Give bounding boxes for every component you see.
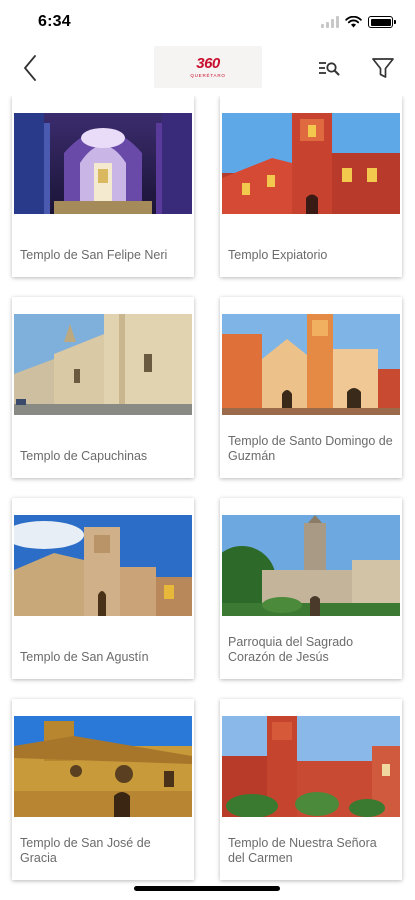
san-jose-gracia-image xyxy=(14,716,192,817)
status-bar: 6:34 xyxy=(0,0,415,44)
places-grid: Templo de San Felipe Neri Templo Expiato… xyxy=(0,96,415,890)
list-search-icon xyxy=(319,62,340,76)
place-title: Templo de Santo Domingo de Guzmán xyxy=(228,434,393,463)
place-title: Templo de San Agustín xyxy=(20,650,149,664)
place-photo xyxy=(14,716,192,817)
place-photo xyxy=(222,314,400,415)
place-card[interactable]: Templo de San José de Gracia xyxy=(12,699,194,880)
place-photo xyxy=(222,515,400,616)
search-list-button[interactable] xyxy=(314,54,344,82)
wifi-icon xyxy=(345,16,362,28)
header: 360 QUERÉTARO xyxy=(0,44,415,92)
place-photo xyxy=(14,314,192,415)
filter-icon xyxy=(372,58,394,78)
place-photo xyxy=(14,113,192,214)
back-button[interactable] xyxy=(14,52,46,84)
logo-mark: 360 xyxy=(196,55,220,72)
home-indicator[interactable] xyxy=(134,886,280,891)
place-photo xyxy=(14,515,192,616)
cellular-signal-icon xyxy=(321,16,339,28)
place-card[interactable]: Templo de Nuestra Señora del Carmen xyxy=(220,699,402,880)
filter-button[interactable] xyxy=(368,53,398,83)
santo-domingo-image xyxy=(222,314,400,415)
place-title: Templo Expiatorio xyxy=(228,248,328,262)
place-card[interactable]: Templo de San Agustín xyxy=(12,498,194,679)
logo-subtitle: QUERÉTARO xyxy=(190,73,226,78)
place-card[interactable]: Templo de San Felipe Neri xyxy=(12,96,194,277)
status-time: 6:34 xyxy=(38,13,71,30)
place-title: Templo de San Felipe Neri xyxy=(20,248,168,262)
place-photo xyxy=(222,113,400,214)
place-title: Parroquia del Sagrado Corazón de Jesús xyxy=(228,635,354,664)
church-interior-image xyxy=(14,113,192,214)
red-church-image xyxy=(222,113,400,214)
place-card[interactable]: Parroquia del Sagrado Corazón de Jesús xyxy=(220,498,402,679)
sagrado-corazon-image xyxy=(222,515,400,616)
place-card[interactable]: Templo de Santo Domingo de Guzmán xyxy=(220,297,402,478)
app-logo: 360 QUERÉTARO xyxy=(154,46,262,88)
san-agustin-image xyxy=(14,515,192,616)
place-photo xyxy=(222,716,400,817)
battery-icon xyxy=(368,16,396,28)
nuestra-senora-carmen-image xyxy=(222,716,400,817)
place-title: Templo de Nuestra Señora del Carmen xyxy=(228,836,377,865)
place-card[interactable]: Templo de Capuchinas xyxy=(12,297,194,478)
stone-church-image xyxy=(14,314,192,415)
place-card[interactable]: Templo Expiatorio xyxy=(220,96,402,277)
chevron-left-icon xyxy=(24,55,36,81)
place-title: Templo de Capuchinas xyxy=(20,449,148,463)
status-icons xyxy=(321,16,396,28)
place-title: Templo de San José de Gracia xyxy=(20,836,151,865)
